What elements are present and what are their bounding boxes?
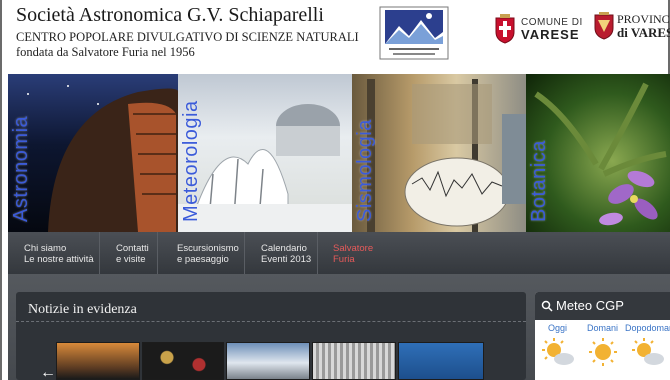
- menu-item-line1: Contatti: [116, 243, 149, 254]
- partly-cloudy-icon: [535, 336, 580, 368]
- news-thumb[interactable]: [312, 342, 396, 380]
- banner-label-sismologia: Sismologia: [354, 119, 376, 222]
- site-founding-note: fondata da Salvatore Furia nel 1956: [16, 45, 195, 59]
- menu-item-contatti[interactable]: Contatti e visite: [100, 232, 158, 274]
- seismograph-image: [367, 79, 526, 232]
- sunny-icon: [580, 336, 625, 368]
- menu-item-line2: Furia: [333, 254, 355, 265]
- meteo-day-after-tomorrow[interactable]: Dopodomani: [625, 323, 670, 333]
- banner-meteorologia[interactable]: Meteorologia: [178, 74, 352, 232]
- search-icon: [541, 300, 553, 312]
- menu-item-line2: e visite: [116, 254, 146, 265]
- news-thumb[interactable]: [56, 342, 140, 380]
- news-thumb[interactable]: [226, 342, 310, 380]
- main-menu: Chi siamo Le nostre attività Contatti e …: [8, 232, 670, 274]
- banner-astronomia[interactable]: Astronomia: [8, 74, 178, 232]
- news-thumb[interactable]: [398, 342, 484, 380]
- meteo-forecast-icons: [535, 336, 670, 368]
- site-title[interactable]: Società Astronomica G.V. Schiaparelli: [16, 4, 324, 27]
- menu-item-salvatore-furia[interactable]: Salvatore Furia: [318, 232, 388, 274]
- news-carousel: [56, 342, 484, 380]
- menu-item-line2: Le nostre attività: [24, 254, 94, 265]
- menu-item-calendario[interactable]: Calendario Eventi 2013: [245, 232, 318, 274]
- meteo-header: Meteo CGP: [535, 292, 670, 320]
- menu-item-line1: Calendario: [261, 243, 307, 254]
- news-panel-title: Notizie in evidenza: [28, 302, 137, 317]
- menu-item-line2: Eventi 2013: [261, 254, 312, 265]
- site-header: Società Astronomica G.V. Schiaparelli CE…: [8, 0, 670, 74]
- section-banner: Astronomia Meteorologia Sismologia Botan…: [8, 74, 670, 232]
- site-subtitle: CENTRO POPOLARE DIVULGATIVO DI SCIENZE N…: [16, 30, 359, 44]
- menu-item-line1: Salvatore: [333, 243, 374, 254]
- comune-name: VARESE: [521, 27, 580, 42]
- carousel-prev-arrow-icon[interactable]: ←: [40, 364, 56, 380]
- meteo-widget: Meteo CGP Oggi Domani Dopodomani: [535, 292, 670, 380]
- banner-label-astronomia: Astronomia: [10, 115, 32, 222]
- page: Società Astronomica G.V. Schiaparelli CE…: [0, 0, 670, 380]
- menu-item-line1: Chi siamo: [24, 243, 67, 254]
- news-thumb[interactable]: [142, 342, 224, 380]
- menu-item-line1: Escursionismo: [177, 243, 239, 254]
- meteo-title: Meteo CGP: [556, 298, 624, 313]
- observatory-dome-image: [27, 85, 178, 232]
- provincia-crest-icon: [594, 12, 614, 40]
- comune-varese-logo[interactable]: COMUNE DI VARESE: [494, 12, 583, 46]
- banner-label-meteorologia: Meteorologia: [180, 100, 202, 222]
- society-logo[interactable]: [379, 6, 449, 60]
- snowy-observatory-image: [178, 104, 352, 232]
- menu-item-escursionismo[interactable]: Escursionismo e paesaggio: [158, 232, 245, 274]
- meteo-day-today[interactable]: Oggi: [535, 323, 580, 333]
- meteo-day-tomorrow[interactable]: Domani: [580, 323, 625, 333]
- menu-item-line2: e paesaggio: [177, 254, 229, 265]
- menu-item-chi-siamo[interactable]: Chi siamo Le nostre attività: [8, 232, 100, 274]
- banner-sismologia[interactable]: Sismologia: [352, 74, 526, 232]
- comune-crest-icon: [495, 14, 515, 44]
- provincia-varese-logo[interactable]: PROVINCIA di VARESE: [594, 12, 670, 40]
- provincia-name: di VARESE: [617, 25, 670, 40]
- banner-botanica[interactable]: Botanica: [526, 74, 670, 232]
- meteo-days: Oggi Domani Dopodomani: [535, 323, 670, 333]
- news-panel: Notizie in evidenza ←: [16, 292, 526, 380]
- news-divider: [16, 321, 526, 322]
- partly-cloudy-icon: [625, 336, 670, 368]
- banner-label-botanica: Botanica: [528, 140, 550, 222]
